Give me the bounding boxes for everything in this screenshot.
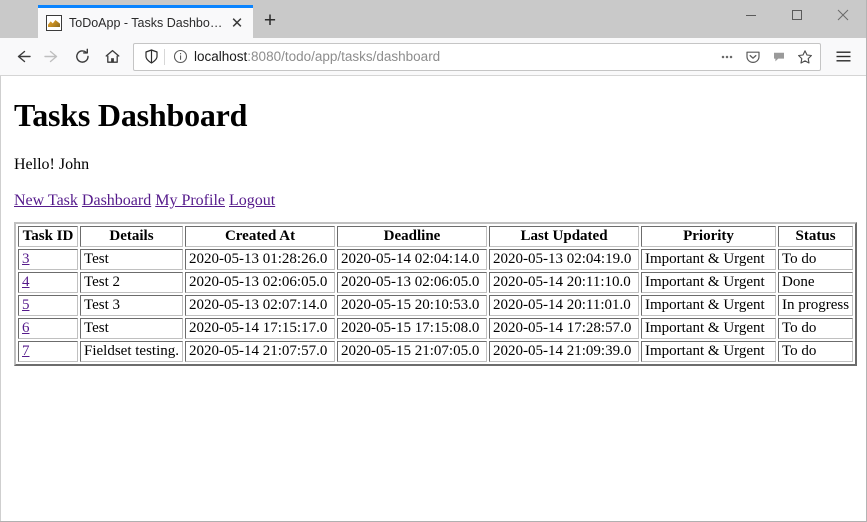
container-tab-icon[interactable] xyxy=(766,44,792,70)
cell-created-at: 2020-05-13 01:28:26.0 xyxy=(185,249,335,270)
cell-details: Test xyxy=(80,318,183,339)
cell-deadline: 2020-05-15 21:07:05.0 xyxy=(337,341,487,362)
table-row: 4 Test 2 2020-05-13 02:06:05.0 2020-05-13 0… xyxy=(18,272,854,293)
cell-task-id: 5 xyxy=(18,295,78,316)
column-header-created-at: Created At xyxy=(185,226,335,247)
column-header-last-updated: Last Updated xyxy=(489,226,639,247)
tasks-table-head: Task ID Details Created At Deadline Last… xyxy=(18,226,854,247)
table-row: 3 Test 2020-05-13 01:28:26.0 2020-05-14 02:… xyxy=(18,249,854,270)
cell-created-at: 2020-05-14 21:07:57.0 xyxy=(185,341,335,362)
column-header-status: Status xyxy=(778,226,854,247)
table-header-row: Task ID Details Created At Deadline Last… xyxy=(18,226,854,247)
url-host: localhost xyxy=(194,49,248,64)
table-row: 6 Test 2020-05-14 17:15:17.0 2020-05-15 17:… xyxy=(18,318,854,339)
task-id-link[interactable]: 7 xyxy=(22,343,30,359)
task-id-link[interactable]: 4 xyxy=(22,274,30,290)
table-row: 7 Fieldset testing. 2020-05-14 21:07:57.0 2… xyxy=(18,341,854,362)
tab-title: ToDoApp - Tasks Dashboard xyxy=(69,16,227,30)
cell-details: Test xyxy=(80,249,183,270)
cell-status: To do xyxy=(778,318,854,339)
nav-link-new-task[interactable]: New Task xyxy=(14,192,78,209)
url-text[interactable]: localhost:8080/todo/app/tasks/dashboard xyxy=(191,49,714,64)
page-actions-ellipsis-icon[interactable] xyxy=(714,44,740,70)
cell-deadline: 2020-05-15 20:10:53.0 xyxy=(337,295,487,316)
greeting-text: Hello! John xyxy=(14,156,90,173)
cell-deadline: 2020-05-15 17:15:08.0 xyxy=(337,318,487,339)
browser-window: ToDoApp - Tasks Dashboard ✕ + localhost:… xyxy=(0,0,867,522)
cell-priority: Important & Urgent xyxy=(641,249,776,270)
table-row: 5 Test 3 2020-05-13 02:07:14.0 2020-05-15 2… xyxy=(18,295,854,316)
urlbar-divider xyxy=(164,48,165,65)
cell-status: In progress xyxy=(778,295,854,316)
nav-link-dashboard[interactable]: Dashboard xyxy=(82,192,151,209)
close-window-icon[interactable] xyxy=(820,0,866,30)
close-icon[interactable]: ✕ xyxy=(227,13,247,33)
bookmark-star-icon[interactable] xyxy=(792,44,818,70)
minimize-icon[interactable] xyxy=(728,0,774,30)
cell-details: Test 2 xyxy=(80,272,183,293)
tasks-table: Task ID Details Created At Deadline Last… xyxy=(14,222,858,366)
cell-task-id: 4 xyxy=(18,272,78,293)
cell-details: Test 3 xyxy=(80,295,183,316)
page-title: Tasks Dashboard xyxy=(14,97,248,133)
cell-deadline: 2020-05-13 02:06:05.0 xyxy=(337,272,487,293)
tab-strip: ToDoApp - Tasks Dashboard ✕ + xyxy=(0,0,866,38)
cell-status: Done xyxy=(778,272,854,293)
cell-status: To do xyxy=(778,341,854,362)
column-header-details: Details xyxy=(80,226,183,247)
page-info-icon[interactable] xyxy=(169,49,191,64)
hamburger-menu-icon[interactable] xyxy=(827,42,859,72)
cell-last-updated: 2020-05-14 17:28:57.0 xyxy=(489,318,639,339)
tasks-table-body: 3 Test 2020-05-13 01:28:26.0 2020-05-14 02:… xyxy=(18,249,854,362)
broken-image-favicon xyxy=(46,15,62,31)
cell-created-at: 2020-05-14 17:15:17.0 xyxy=(185,318,335,339)
cell-last-updated: 2020-05-14 20:11:10.0 xyxy=(489,272,639,293)
home-icon[interactable] xyxy=(97,42,127,72)
cell-last-updated: 2020-05-14 21:09:39.0 xyxy=(489,341,639,362)
cell-created-at: 2020-05-13 02:06:05.0 xyxy=(185,272,335,293)
window-controls xyxy=(728,0,866,30)
tab-todoapp-tasks-dashboard[interactable]: ToDoApp - Tasks Dashboard ✕ xyxy=(38,5,253,38)
cell-details: Fieldset testing. xyxy=(80,341,183,362)
url-bar[interactable]: localhost:8080/todo/app/tasks/dashboard xyxy=(133,42,821,71)
new-tab-button[interactable]: + xyxy=(253,5,287,38)
cell-last-updated: 2020-05-13 02:04:19.0 xyxy=(489,249,639,270)
page-viewport: Tasks Dashboard Hello! John New Task Dash… xyxy=(0,76,866,521)
cell-created-at: 2020-05-13 02:07:14.0 xyxy=(185,295,335,316)
task-id-link[interactable]: 5 xyxy=(22,297,30,313)
cell-task-id: 7 xyxy=(18,341,78,362)
nav-link-my-profile[interactable]: My Profile xyxy=(155,192,225,209)
navigation-toolbar: localhost:8080/todo/app/tasks/dashboard xyxy=(0,38,866,76)
main-nav: New Task Dashboard My Profile Logout xyxy=(14,192,858,210)
maximize-icon[interactable] xyxy=(774,0,820,30)
cell-task-id: 6 xyxy=(18,318,78,339)
column-header-priority: Priority xyxy=(641,226,776,247)
cell-priority: Important & Urgent xyxy=(641,295,776,316)
forward-icon[interactable] xyxy=(37,42,67,72)
nav-link-logout[interactable]: Logout xyxy=(229,192,275,209)
cell-priority: Important & Urgent xyxy=(641,272,776,293)
cell-priority: Important & Urgent xyxy=(641,341,776,362)
tabstrip-left-padding xyxy=(0,0,38,38)
urlbar-actions xyxy=(714,44,818,70)
tracking-protection-shield-icon[interactable] xyxy=(140,49,162,64)
back-icon[interactable] xyxy=(7,42,37,72)
task-id-link[interactable]: 3 xyxy=(22,251,30,267)
reload-icon[interactable] xyxy=(67,42,97,72)
cell-deadline: 2020-05-14 02:04:14.0 xyxy=(337,249,487,270)
cell-task-id: 3 xyxy=(18,249,78,270)
url-path: :8080/todo/app/tasks/dashboard xyxy=(247,49,441,64)
task-id-link[interactable]: 6 xyxy=(22,320,30,336)
pocket-icon[interactable] xyxy=(740,44,766,70)
page-content: Tasks Dashboard Hello! John New Task Dash… xyxy=(1,76,866,374)
column-header-deadline: Deadline xyxy=(337,226,487,247)
column-header-task-id: Task ID xyxy=(18,226,78,247)
cell-status: To do xyxy=(778,249,854,270)
cell-priority: Important & Urgent xyxy=(641,318,776,339)
cell-last-updated: 2020-05-14 20:11:01.0 xyxy=(489,295,639,316)
